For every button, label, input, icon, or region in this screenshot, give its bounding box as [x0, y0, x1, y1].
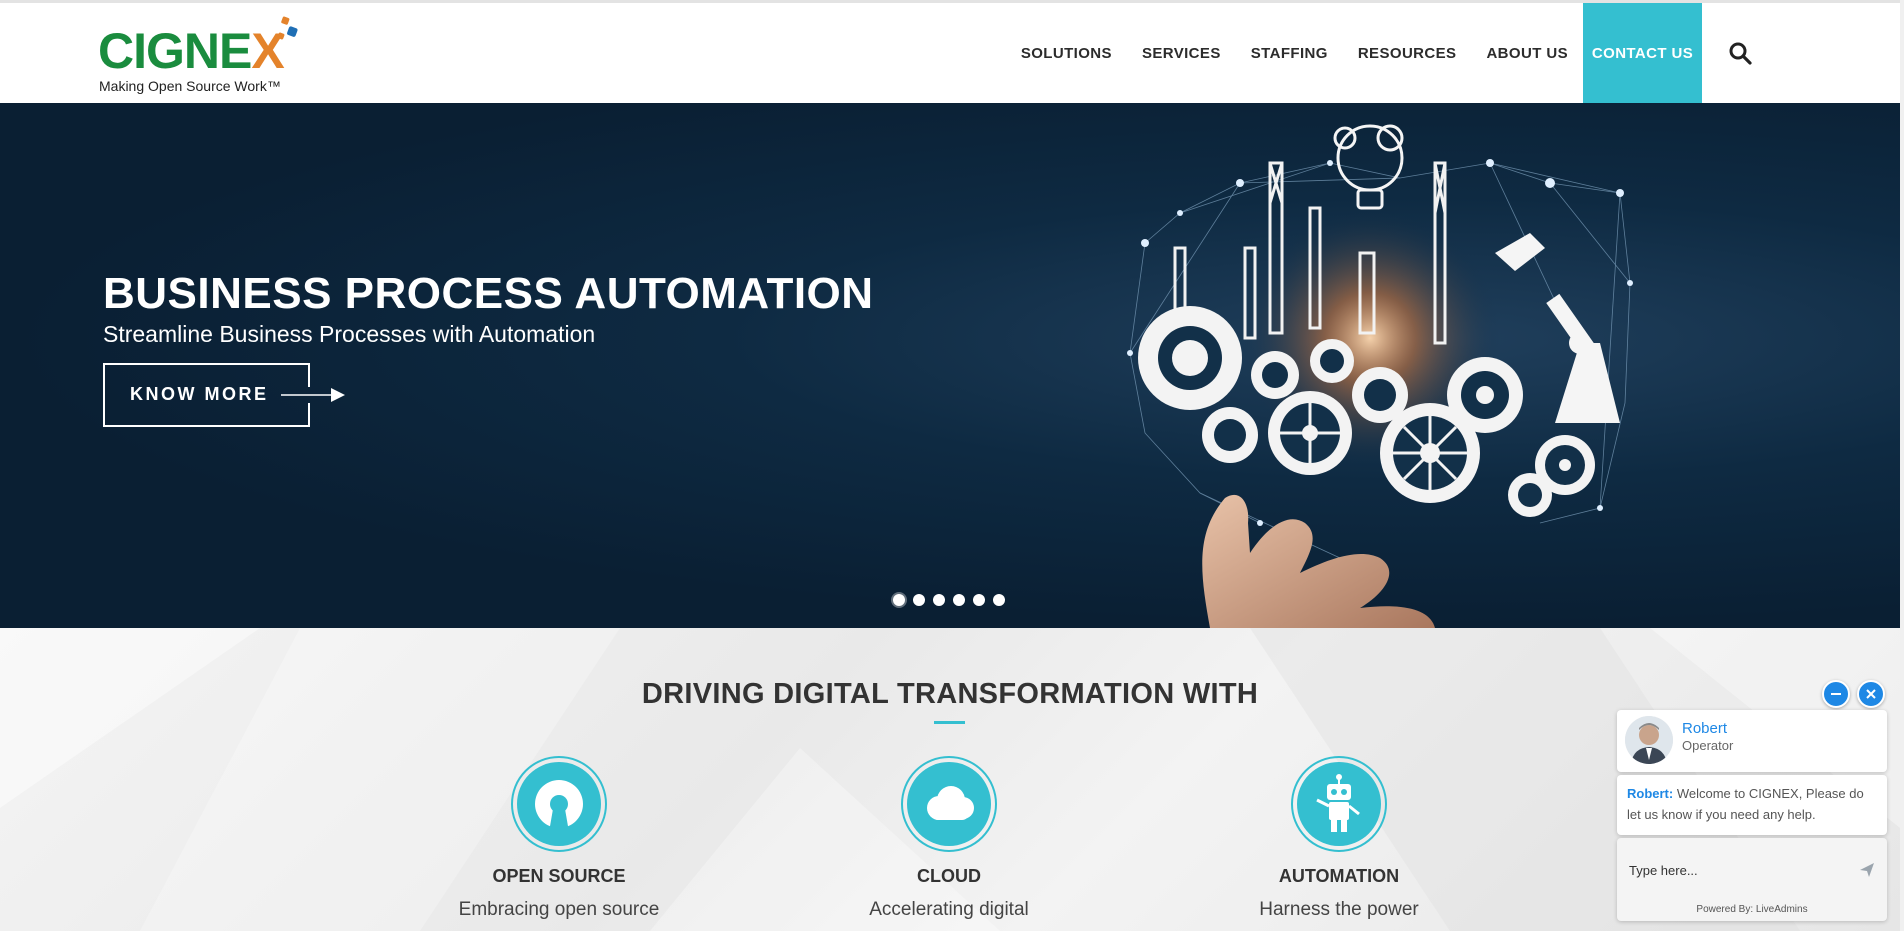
feature-title: OPEN SOURCE	[492, 866, 626, 886]
feature-description: Harness the power	[1259, 899, 1419, 920]
chat-operator-card: Robert Operator	[1617, 710, 1887, 772]
person-icon	[1625, 716, 1673, 764]
feature-cloud[interactable]: CLOUD Accelerating digital	[799, 756, 1099, 921]
cloud-icon	[927, 786, 974, 820]
digital-transformation-section: DRIVING DIGITAL TRANSFORMATION WITH OPEN…	[0, 628, 1900, 931]
nav-resources[interactable]: RESOURCES	[1358, 45, 1457, 62]
powered-by-label: Powered By: LiveAdmins	[1696, 904, 1808, 915]
automation-gears-illustration	[1127, 124, 1633, 628]
feature-title: AUTOMATION	[1278, 866, 1400, 886]
nav-contact-us[interactable]: CONTACT US	[1583, 3, 1702, 103]
site-header: CIGNEX Making Open Source Work™ SOLUTION…	[0, 3, 1900, 103]
feature-icon-ring	[901, 756, 997, 852]
logo-tagline: Making Open Source Work™	[99, 78, 281, 94]
feature-title: CLOUD	[917, 866, 981, 886]
minus-icon	[1831, 693, 1841, 695]
slider-dot-5[interactable]	[973, 594, 985, 606]
feature-automation[interactable]: AUTOMATION Harness the power	[1189, 756, 1489, 921]
page-scrollbar[interactable]	[1900, 0, 1904, 931]
slider-dot-4[interactable]	[953, 594, 965, 606]
slider-dot-2[interactable]	[913, 594, 925, 606]
main-nav: SOLUTIONS SERVICES STAFFING RESOURCES AB…	[1021, 3, 1900, 103]
logo-wordmark: CIGNEX	[98, 23, 285, 79]
send-icon[interactable]	[1859, 862, 1875, 878]
operator-name: Robert	[1682, 720, 1728, 737]
search-icon	[1729, 42, 1752, 65]
robot-icon	[1316, 774, 1360, 832]
feature-description: Embracing open source	[458, 899, 660, 920]
feature-description: Accelerating digital	[869, 899, 1029, 920]
slider-dot-3[interactable]	[933, 594, 945, 606]
feature-icon-circle	[517, 762, 601, 846]
logo-mark-icon	[277, 16, 298, 40]
chat-input-area: Powered By: LiveAdmins	[1617, 838, 1887, 921]
slider-dot-1[interactable]	[893, 594, 905, 606]
chat-minimize-button[interactable]	[1822, 680, 1850, 708]
nav-solutions[interactable]: SOLUTIONS	[1021, 45, 1112, 62]
operator-avatar	[1625, 716, 1673, 764]
logo-word-main: CIGNE	[98, 23, 252, 79]
arrow-right-icon	[281, 388, 345, 402]
search-button[interactable]	[1722, 35, 1758, 71]
chat-message-input[interactable]	[1629, 858, 1849, 882]
feature-open-source[interactable]: OPEN SOURCE Embracing open source	[409, 756, 709, 921]
know-more-frame-edge	[308, 363, 310, 387]
feature-icon-circle	[1297, 762, 1381, 846]
slider-pagination	[893, 594, 1005, 606]
know-more-button[interactable]: KNOW MORE	[103, 363, 345, 427]
feature-icon-ring	[1291, 756, 1387, 852]
chat-message: Robert: Welcome to CIGNEX, Please do let…	[1617, 775, 1887, 835]
section-title: DRIVING DIGITAL TRANSFORMATION WITH	[641, 678, 1259, 710]
know-more-frame-edge	[308, 403, 310, 427]
nav-staffing[interactable]: STAFFING	[1251, 45, 1328, 62]
nav-about-us[interactable]: ABOUT US	[1486, 45, 1568, 62]
know-more-label: KNOW MORE	[130, 384, 269, 404]
hero-title: BUSINESS PROCESS AUTOMATION	[103, 269, 874, 318]
hero-slider: BUSINESS PROCESS AUTOMATION Streamline B…	[0, 103, 1900, 628]
title-underline	[934, 721, 965, 724]
open-source-icon	[535, 780, 583, 832]
hero-subtitle: Streamline Business Processes with Autom…	[103, 321, 596, 347]
message-author: Robert:	[1627, 786, 1674, 801]
live-chat-widget: Robert Operator Robert: Welcome to CIGNE…	[1617, 710, 1887, 921]
close-icon	[1866, 689, 1876, 699]
feature-icon-ring	[511, 756, 607, 852]
slider-dot-6[interactable]	[993, 594, 1005, 606]
feature-icon-circle	[907, 762, 991, 846]
chat-close-button[interactable]	[1857, 680, 1885, 708]
nav-services[interactable]: SERVICES	[1142, 45, 1221, 62]
operator-role: Operator	[1682, 738, 1734, 753]
cignex-logo[interactable]: CIGNEX Making Open Source Work™	[98, 15, 308, 99]
